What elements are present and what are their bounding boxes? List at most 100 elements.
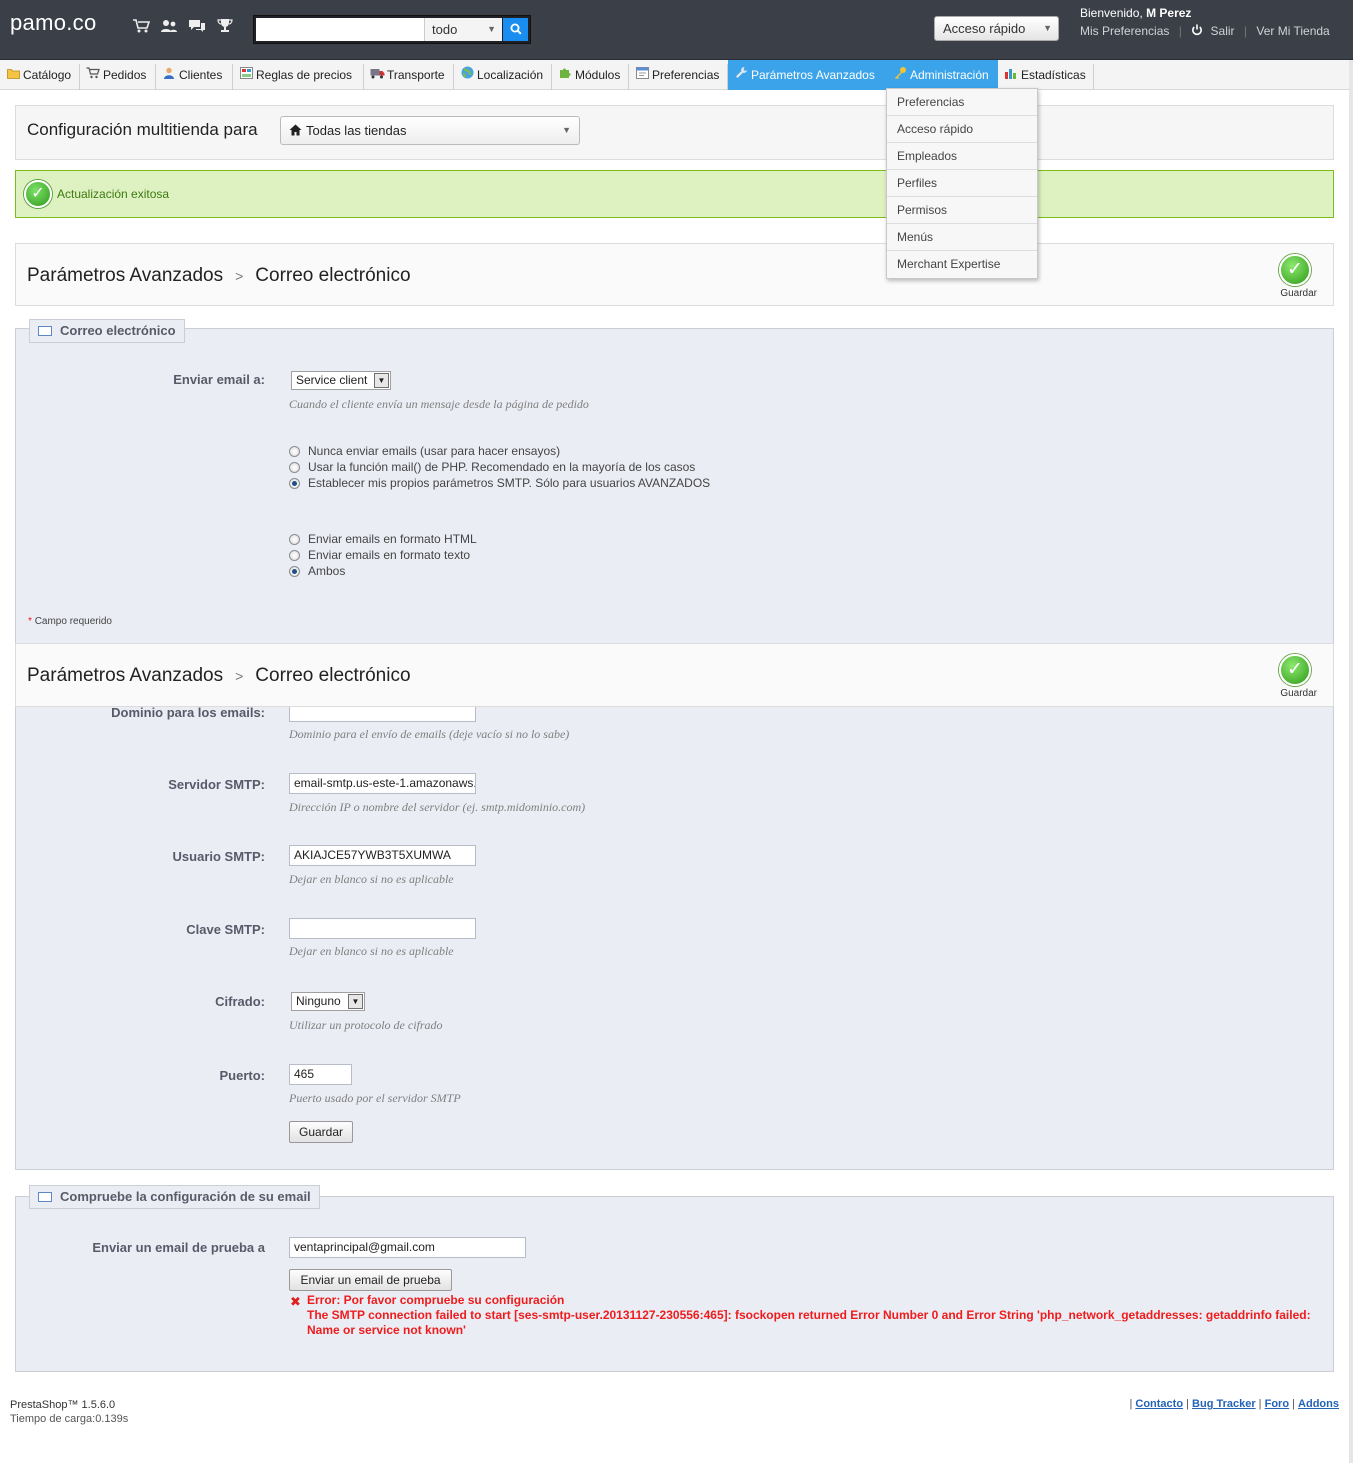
radio-button[interactable] (289, 462, 300, 473)
nav-item-orders[interactable]: Pedidos (80, 64, 156, 90)
footer-link-forum[interactable]: Foro (1265, 1398, 1289, 1410)
save-toolbar-label[interactable]: Guardar (1280, 288, 1317, 299)
format-option-html[interactable]: Enviar emails en formato HTML (289, 532, 477, 546)
nav-item-catalog[interactable]: Catálogo (0, 64, 80, 90)
envelope-icon (38, 326, 52, 336)
scrollbar[interactable] (1349, 60, 1353, 1463)
submenu-item-menus[interactable]: Menús (887, 224, 1037, 251)
format-option-text[interactable]: Enviar emails en formato texto (289, 548, 470, 562)
error-detail: The SMTP connection failed to start [ses… (307, 1308, 1311, 1337)
chevron-down-icon: ▼ (1043, 23, 1052, 33)
radio-button-selected[interactable] (289, 478, 300, 489)
smtp-server-input[interactable]: email-smtp.us-este-1.amazonaws.com (289, 773, 476, 794)
cart-icon[interactable] (131, 18, 151, 38)
test-email-fieldset: Compruebe la configuración de su email E… (15, 1185, 1334, 1372)
chevron-down-icon: ▼ (348, 994, 363, 1009)
nav-item-price-rules[interactable]: Reglas de precios (233, 64, 364, 90)
radio-button[interactable] (289, 534, 300, 545)
footer-links: | Contacto | Bug Tracker | Foro | Addons (1129, 1398, 1339, 1410)
wrench-icon (734, 60, 748, 90)
submenu-item-profiles[interactable]: Perfiles (887, 170, 1037, 197)
nav-item-modules[interactable]: Módulos (552, 64, 629, 90)
send-test-email-button[interactable]: Enviar un email de prueba (289, 1269, 452, 1291)
nav-item-customers[interactable]: Clientes (156, 64, 233, 90)
welcome-text: Bienvenido, M Perez (1080, 6, 1191, 20)
cart-icon (86, 64, 100, 86)
users-icon[interactable] (159, 18, 179, 38)
nav-item-localization[interactable]: Localización (454, 64, 552, 90)
smtp-password-hint: Dejar en blanco si no es aplicable (289, 944, 454, 958)
required-note: * Campo requerido (28, 616, 112, 627)
save-check-icon[interactable]: ✓ (1279, 654, 1311, 686)
save-toolbar-label[interactable]: Guardar (1280, 688, 1317, 699)
puzzle-icon (558, 64, 572, 86)
breadcrumb-section[interactable]: Parámetros Avanzados (27, 665, 223, 686)
view-shop-link[interactable]: Ver Mi Tienda (1256, 24, 1329, 38)
person-icon (162, 64, 176, 86)
submenu-item-quick-access[interactable]: Acceso rápido (887, 116, 1037, 143)
domain-label: Dominio para los emails: (111, 705, 265, 720)
format-option-both[interactable]: Ambos (289, 564, 345, 578)
top-header: pamo.co todo ▼ Acceso rápido ▼ Bienvenid… (0, 0, 1353, 60)
envelope-icon (38, 1192, 52, 1202)
footer-link-addons[interactable]: Addons (1298, 1398, 1339, 1410)
shop-context-select[interactable]: Todas las tiendas ▼ (280, 116, 580, 145)
check-icon: ✓ (24, 180, 52, 208)
breadcrumb-section[interactable]: Parámetros Avanzados (27, 265, 223, 286)
encryption-select[interactable]: Ninguno ▼ (291, 992, 365, 1011)
radio-button-selected[interactable] (289, 566, 300, 577)
smtp-server-label: Servidor SMTP: (168, 777, 265, 792)
smtp-password-input[interactable] (289, 918, 476, 939)
method-option-never[interactable]: Nunca enviar emails (usar para hacer ens… (289, 444, 560, 458)
method-option-smtp[interactable]: Establecer mis propios parámetros SMTP. … (289, 476, 710, 490)
submenu-item-preferences[interactable]: Preferencias (887, 89, 1037, 116)
quick-access-dropdown[interactable]: Acceso rápido ▼ (934, 16, 1059, 41)
my-preferences-link[interactable]: Mis Preferencias (1080, 24, 1169, 38)
submenu-item-permissions[interactable]: Permisos (887, 197, 1037, 224)
quick-access-label: Acceso rápido (943, 21, 1026, 36)
nav-item-advanced-parameters[interactable]: Parámetros Avanzados (728, 60, 887, 90)
messages-icon[interactable] (187, 18, 207, 38)
success-text: Actualización exitosa (57, 187, 170, 201)
submenu-item-merchant-expertise[interactable]: Merchant Expertise (887, 251, 1037, 278)
preferences-icon (635, 64, 649, 86)
save-button[interactable]: Guardar (289, 1121, 353, 1143)
search-scope-select[interactable]: todo ▼ (424, 18, 502, 41)
nav-item-administration[interactable]: Administración (887, 60, 998, 90)
send-to-select[interactable]: Service client ▼ (291, 371, 391, 390)
radio-button[interactable] (289, 550, 300, 561)
footer-version: PrestaShop™ 1.5.6.0 (10, 1399, 116, 1411)
smtp-user-input[interactable]: AKIAJCE57YWB3T5XUMWA (289, 845, 476, 866)
port-input[interactable]: 465 (289, 1064, 352, 1085)
test-email-label: Enviar un email de prueba a (92, 1240, 265, 1255)
footer-link-bug-tracker[interactable]: Bug Tracker (1192, 1398, 1256, 1410)
logout-link[interactable]: Salir (1211, 24, 1235, 38)
nav-item-preferences[interactable]: Preferencias (629, 64, 728, 90)
chevron-down-icon: ▼ (374, 373, 389, 388)
page-title: Correo electrónico (255, 265, 411, 286)
chevron-down-icon: ▼ (487, 24, 496, 34)
footer-link-contact[interactable]: Contacto (1135, 1398, 1183, 1410)
home-icon (289, 123, 306, 138)
nav-item-shipping[interactable]: Transporte (364, 64, 454, 90)
search-button[interactable] (503, 18, 528, 41)
logo[interactable]: pamo.co (10, 10, 96, 36)
search-input[interactable] (256, 18, 424, 41)
breadcrumb: Parámetros Avanzados > Correo electrónico (27, 265, 411, 287)
method-option-php-mail[interactable]: Usar la función mail() de PHP. Recomenda… (289, 460, 695, 474)
encryption-label: Cifrado: (215, 994, 265, 1009)
truck-icon (370, 64, 385, 86)
save-check-icon[interactable]: ✓ (1279, 254, 1311, 286)
trophy-icon[interactable] (215, 18, 235, 38)
email-fieldset-legend: Correo electrónico (29, 319, 185, 343)
price-rules-icon (239, 64, 253, 86)
submenu-item-employees[interactable]: Empleados (887, 143, 1037, 170)
user-name: M Perez (1146, 6, 1192, 20)
main-nav: Catálogo Pedidos Clientes Reglas de prec… (0, 60, 1353, 90)
test-email-input[interactable]: ventaprincipal@gmail.com (289, 1237, 526, 1258)
success-message: ✓ Actualización exitosa (15, 170, 1334, 218)
radio-button[interactable] (289, 446, 300, 457)
domain-hint: Dominio para el envío de emails (deje va… (289, 727, 570, 741)
nav-item-stats[interactable]: Estadísticas (998, 64, 1094, 90)
search-icon (510, 22, 522, 37)
